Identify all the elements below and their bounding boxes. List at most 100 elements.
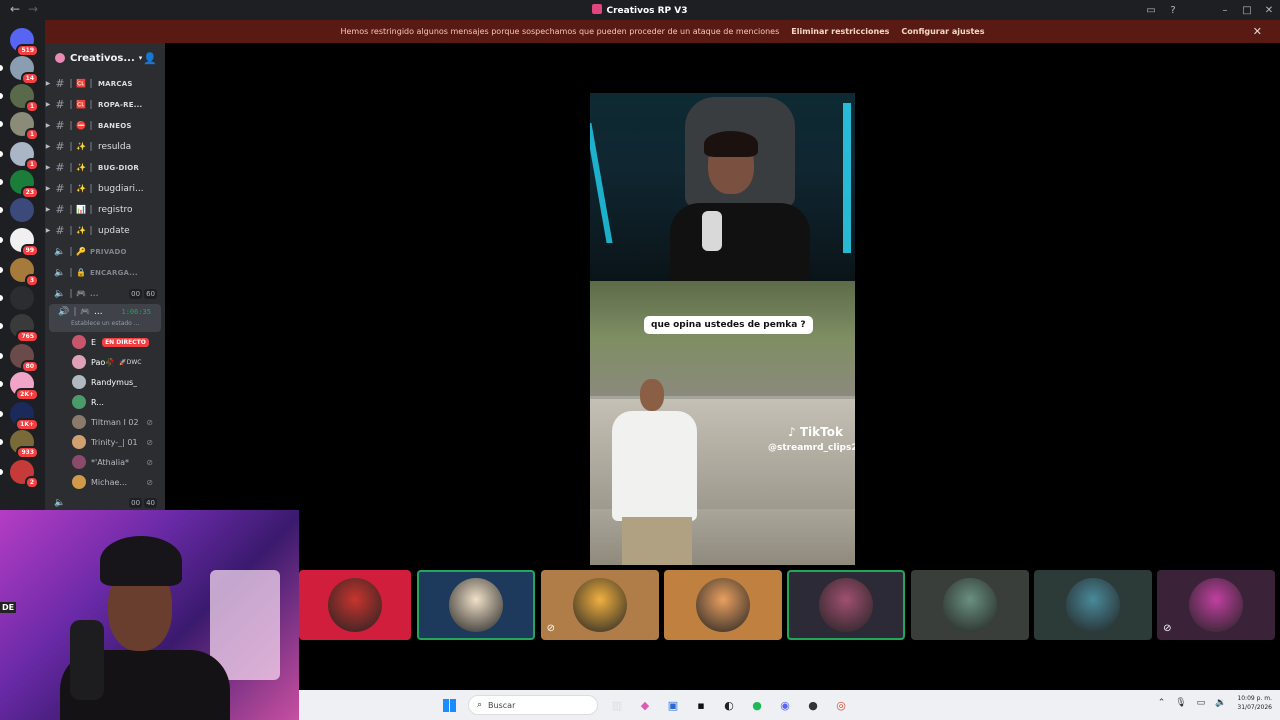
hash-icon: # [55, 161, 65, 174]
voice-channel[interactable]: 🔈 | 🎮... 00 60 [45, 283, 165, 304]
mic-icon[interactable]: 🎙 [1175, 698, 1186, 708]
participant-avatar [695, 578, 750, 632]
separator: | [69, 267, 73, 278]
server-icon[interactable]: 99 [10, 228, 39, 257]
unread-indicator [0, 439, 3, 445]
task-view-icon[interactable]: ▥ [606, 696, 628, 714]
avatar [72, 335, 86, 349]
avatar [72, 395, 86, 409]
volume-icon[interactable]: 🔉 [1215, 698, 1226, 708]
chrome-icon[interactable]: ◎ [830, 696, 852, 714]
minimize-icon[interactable]: – [1214, 5, 1236, 16]
voice-status[interactable]: Establece un estado ... [71, 320, 139, 327]
notification-badge: 1 [24, 158, 39, 171]
invite-people-icon[interactable]: 👤 [143, 52, 157, 65]
participant-tile[interactable] [910, 570, 1029, 640]
text-channel[interactable]: ▶ # | ✨ | bugdiari... [45, 178, 165, 199]
remove-restrictions-link[interactable]: Eliminar restricciones [791, 27, 889, 36]
display-icon[interactable]: ▭ [1197, 698, 1206, 708]
server-icon[interactable]: 23 [10, 170, 39, 199]
chevron-up-icon[interactable]: ⌃ [1158, 698, 1166, 708]
voice-channel-partial[interactable]: 🔈 00 40 [45, 492, 165, 510]
webcam-overlay: DE [0, 510, 299, 720]
server-header[interactable]: Creativos... ▾ 👤 [45, 43, 165, 73]
participant-tile[interactable]: ⊘ [1157, 570, 1276, 640]
stream-video[interactable]: que opina ustedes de pemka ? ♪ TikTok @s… [590, 93, 855, 565]
taskbar-search[interactable]: ⌕ Buscar [468, 695, 598, 715]
text-channel[interactable]: ▶ # | 📊 | registro [45, 199, 165, 220]
inbox-icon[interactable]: ▭ [1140, 5, 1162, 16]
neon-light [843, 103, 851, 253]
server-icon[interactable]: 1K+ [10, 402, 39, 431]
count-limit: 60 [144, 288, 157, 299]
voice-participant[interactable]: E EN DIRECTO [45, 332, 165, 352]
text-channel[interactable]: ▶ # | ✨ | update [45, 220, 165, 241]
channel-emoji-icon: 🔒 [76, 268, 86, 277]
server-icon[interactable]: 933 [10, 430, 39, 459]
close-window-icon[interactable]: ✕ [1258, 5, 1280, 16]
terminal-icon[interactable]: ▪ [690, 696, 712, 714]
server-icon[interactable]: 519 [10, 28, 39, 57]
voice-participant[interactable]: R... [45, 392, 165, 412]
voice-participant[interactable]: Michae... ⊘ [45, 472, 165, 492]
participant-tile[interactable] [663, 570, 782, 640]
channel-emoji-icon: 🆑 [76, 100, 86, 109]
server-icon[interactable]: 1 [10, 142, 39, 171]
voice-participant[interactable]: Tiltman I 02 ⊘ [45, 412, 165, 432]
webcam-sign: DE [0, 602, 17, 613]
participant-tile[interactable] [787, 570, 906, 640]
search-placeholder: Buscar [488, 700, 516, 710]
voice-participant[interactable]: Trinity-_| 01 ⊘ [45, 432, 165, 452]
store-icon[interactable]: ▣ [662, 696, 684, 714]
tiktok-watermark: ♪ TikTok [788, 425, 843, 439]
participant-tile[interactable] [299, 570, 411, 640]
server-icon[interactable]: 80 [10, 344, 39, 373]
separator: | [69, 225, 73, 236]
channel-emoji-icon: ✨ [76, 163, 86, 172]
text-channel[interactable]: ▶ # | ✨ | resulda [45, 136, 165, 157]
active-voice-channel[interactable]: 🔊 | 🎮 ... 1:06:35 Establece un estado ..… [49, 304, 161, 332]
video-caption: que opina ustedes de pemka ? [644, 316, 813, 334]
notification-badge: 80 [20, 360, 39, 373]
server-icon[interactable]: 2 [10, 460, 39, 489]
maximize-icon[interactable]: □ [1236, 5, 1258, 16]
server-icon[interactable] [10, 198, 34, 222]
channel-list: ▶ # | 🆑 | MARCAS ▶ # | 🆑 | ROPA-RE... ▶ # | ⛔ | BANEOS ▶ # |… [45, 73, 165, 241]
text-channel[interactable]: ▶ # | 🆑 | MARCAS [45, 73, 165, 94]
muted-mic-icon: ⊘ [146, 437, 153, 447]
voice-channel[interactable]: 🔈 | 🔒 ENCARGA... [45, 262, 165, 283]
participant-tile[interactable]: ⊘ [540, 570, 659, 640]
copilot-icon[interactable]: ◆ [634, 696, 656, 714]
text-channel[interactable]: ▶ # | ⛔ | BANEOS [45, 115, 165, 136]
windows-start-icon[interactable] [438, 696, 460, 714]
server-icon[interactable]: 1 [10, 84, 39, 113]
participant-tag: 🚀DWC [119, 358, 142, 366]
text-channel[interactable]: ▶ # | 🆑 | ROPA-RE... [45, 94, 165, 115]
server-icon[interactable]: 1 [10, 112, 39, 141]
participant-tile[interactable] [1033, 570, 1152, 640]
text-channel[interactable]: ▶ # | ✨ | BUG-DIOR [45, 157, 165, 178]
voice-participant[interactable]: *'Athalia* ⊘ [45, 452, 165, 472]
discord-icon[interactable]: ◉ [774, 696, 796, 714]
server-icon[interactable]: 765 [10, 314, 39, 343]
voice-channel[interactable]: 🔈 | 🔑 PRIVADO [45, 241, 165, 262]
configure-settings-link[interactable]: Configurar ajustes [901, 27, 984, 36]
server-icon[interactable]: 14 [10, 56, 39, 85]
channel-name: ROPA-RE... [98, 100, 143, 109]
app-icon-2[interactable]: ● [802, 696, 824, 714]
server-icon[interactable] [10, 286, 34, 310]
help-icon[interactable]: ? [1162, 5, 1184, 16]
spotify-icon[interactable]: ● [746, 696, 768, 714]
microphone [702, 211, 722, 251]
streamer-cam [590, 93, 855, 283]
server-icon [55, 53, 65, 63]
participant-tile[interactable] [417, 570, 536, 640]
voice-participant[interactable]: Pao🥀 🚀DWC [45, 352, 165, 372]
app-icon[interactable]: ◐ [718, 696, 740, 714]
voice-participant[interactable]: Randymus_ [45, 372, 165, 392]
clock[interactable]: 10:09 p. m. 31/07/2026 [1237, 694, 1272, 712]
server-icon[interactable]: 3 [10, 258, 39, 287]
server-icon[interactable]: 2K+ [10, 372, 39, 401]
voice-channel-list: 🔈 | 🔑 PRIVADO 🔈 | 🔒 ENCARGA... 🔈 | 🎮... 00 60 [45, 241, 165, 304]
close-banner-icon[interactable]: ✕ [1253, 25, 1262, 38]
